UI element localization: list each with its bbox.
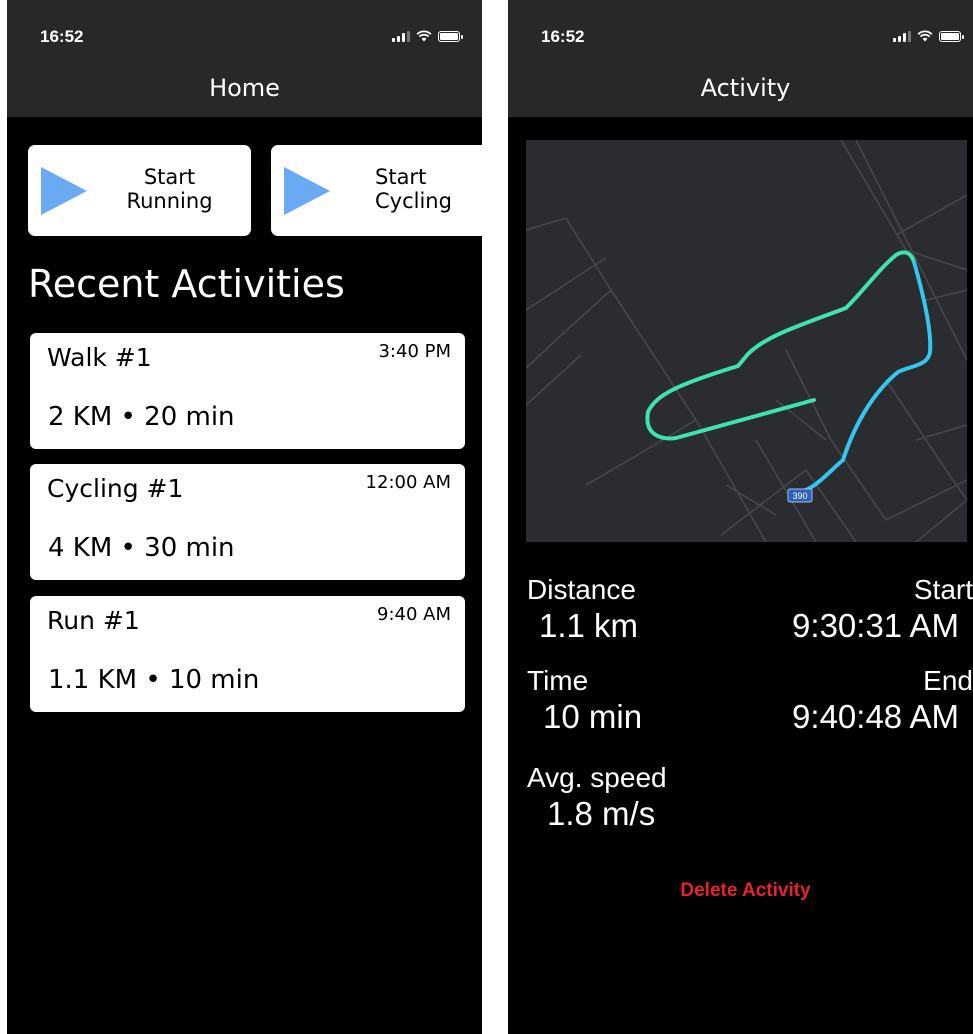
start-cycling-button[interactable]: Start Cycling [271,145,482,236]
signal-icon [893,30,911,42]
activity-summary: 1.1 KM • 10 min [48,665,260,695]
route-badge-label: 390 [792,491,807,501]
end-stat: End 9:40:48 AM [792,665,973,737]
battery-icon [939,30,964,42]
route-path-green [645,250,916,441]
activity-name: Walk #1 [47,343,152,372]
start-value: 9:30:31 AM [792,607,959,644]
wifi-icon [416,30,432,42]
home-screen: 16:52 Home Start Running Start Cycling R… [7,0,482,1034]
distance-stat: Distance 1.1 km [527,574,638,646]
start-cycling-label: Start Cycling [375,165,452,213]
activity-time: 3:40 PM [378,341,451,362]
nav-title: Activity [508,58,973,117]
start-running-label: Start Running [126,165,213,213]
battery-icon [438,30,463,42]
distance-label: Distance [527,574,636,605]
end-value: 9:40:48 AM [792,698,959,735]
status-icons [893,30,964,42]
activity-summary: 4 KM • 30 min [48,533,235,563]
activity-card-cycling[interactable]: Cycling #1 12:00 AM 4 KM • 30 min [30,464,465,580]
status-bar: 16:52 [7,0,482,58]
status-bar: 16:52 [508,0,973,58]
nav-title: Home [7,58,482,117]
avg-speed-value: 1.8 m/s [547,795,656,832]
time-label: Time [527,665,589,696]
status-time: 16:52 [541,27,585,46]
recent-activities-title: Recent Activities [28,262,345,306]
status-icons [392,30,463,42]
activity-screen: 16:52 Activity 390 Distance 1.1 km Time … [508,0,973,1034]
delete-activity-button[interactable]: Delete Activity [508,880,973,902]
avg-speed-label: Avg. speed [527,762,667,793]
time-stat: Time 10 min [527,665,642,737]
start-running-button[interactable]: Start Running [28,145,251,236]
route-path-blue [804,260,933,492]
activity-time: 9:40 AM [377,604,451,625]
start-label: Start [913,574,973,605]
activity-name: Cycling #1 [47,474,184,503]
start-stat: Start 9:30:31 AM [792,574,973,646]
avg-speed-stat: Avg. speed 1.8 m/s [527,762,667,834]
status-time: 16:52 [40,27,84,46]
map-canvas: 390 [526,140,967,542]
activity-name: Run #1 [47,606,140,635]
activity-time: 12:00 AM [365,472,451,493]
time-value: 10 min [543,698,643,735]
play-icon [41,167,87,215]
route-map[interactable]: 390 [526,140,967,542]
activity-card-run[interactable]: Run #1 9:40 AM 1.1 KM • 10 min [30,596,465,712]
play-icon [284,167,330,215]
signal-icon [392,30,410,42]
end-label: End [923,665,973,696]
wifi-icon [917,30,933,42]
activity-summary: 2 KM • 20 min [48,402,235,432]
activity-card-walk[interactable]: Walk #1 3:40 PM 2 KM • 20 min [30,333,465,449]
distance-value: 1.1 km [539,607,639,644]
